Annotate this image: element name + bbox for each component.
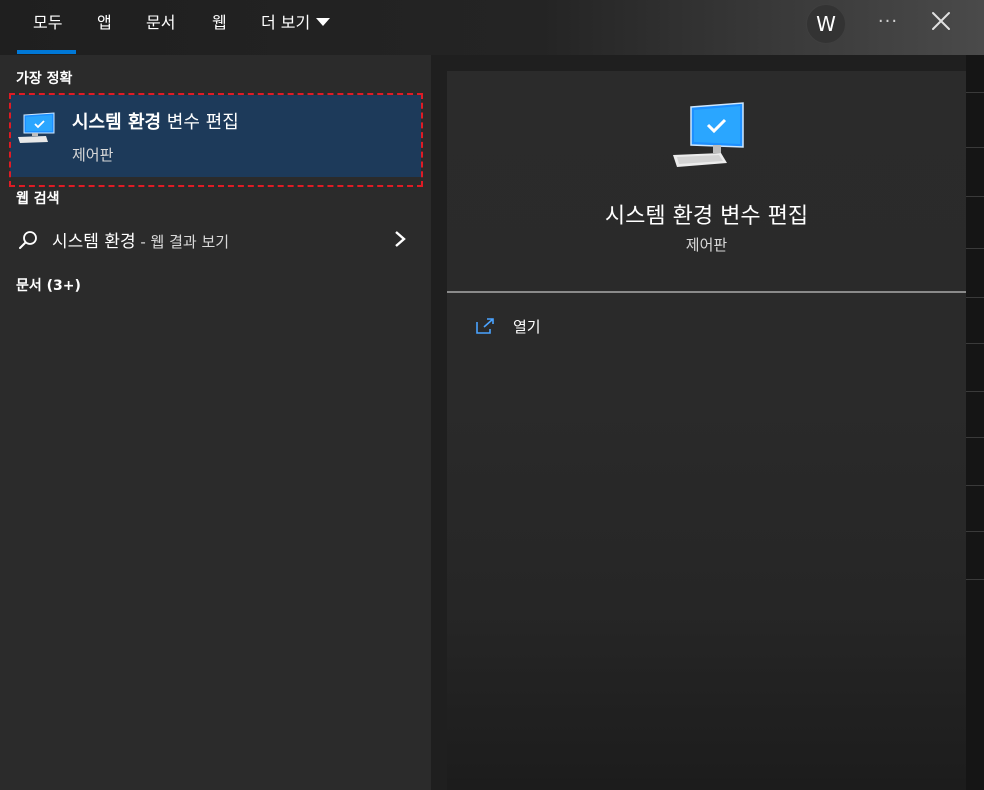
more-options-icon[interactable]: ··· bbox=[876, 10, 900, 34]
web-search-text: 시스템 환경 - 웹 결과 보기 bbox=[52, 227, 229, 252]
detail-title: 시스템 환경 변수 편집 bbox=[604, 204, 809, 229]
edge-gridline bbox=[966, 531, 984, 532]
search-icon bbox=[19, 231, 37, 249]
open-external-icon bbox=[476, 318, 494, 334]
edge-gridline bbox=[966, 391, 984, 392]
chevron-right-icon[interactable] bbox=[392, 229, 408, 249]
edge-gridline bbox=[966, 248, 984, 249]
computer-monitor-icon bbox=[673, 102, 744, 167]
documents-header: 문서 (3+) bbox=[16, 278, 81, 294]
open-action-label: 열기 bbox=[513, 318, 541, 336]
best-match-subtitle: 제어판 bbox=[72, 146, 114, 164]
edge-gridline bbox=[966, 92, 984, 93]
edge-gridline bbox=[966, 485, 984, 486]
edge-gridline bbox=[966, 147, 984, 148]
web-search-query: 시스템 환경 bbox=[52, 232, 136, 252]
detail-card: 시스템 환경 변수 편집 제어판 열기 bbox=[447, 71, 966, 790]
background-window-edge bbox=[966, 55, 984, 790]
search-tab-bar: 모두 앱 문서 웹 더 보기 W ··· bbox=[0, 0, 984, 55]
best-match-result[interactable]: 시스템 환경 변수 편집 제어판 bbox=[10, 95, 421, 177]
edge-gridline bbox=[966, 437, 984, 438]
web-search-result[interactable]: 시스템 환경 - 웹 결과 보기 bbox=[10, 221, 421, 257]
caret-down-icon bbox=[316, 18, 331, 26]
best-match-title-bold: 시스템 환경 bbox=[72, 112, 162, 133]
detail-panel: 시스템 환경 변수 편집 제어판 열기 bbox=[431, 55, 984, 790]
user-avatar[interactable]: W bbox=[806, 4, 846, 44]
detail-subtitle: 제어판 bbox=[685, 236, 728, 254]
tab-apps[interactable]: 앱 bbox=[97, 0, 112, 55]
best-match-header: 가장 정확 bbox=[16, 71, 73, 87]
web-search-header: 웹 검색 bbox=[16, 191, 60, 207]
web-search-suffix: - 웹 결과 보기 bbox=[135, 233, 230, 251]
tab-documents[interactable]: 문서 bbox=[146, 0, 175, 55]
edge-gridline bbox=[966, 579, 984, 580]
edge-gridline bbox=[966, 196, 984, 197]
close-icon[interactable] bbox=[929, 9, 953, 33]
best-match-title-rest: 변수 편집 bbox=[161, 112, 239, 133]
tab-more-label: 더 보기 bbox=[261, 13, 311, 32]
best-match-title: 시스템 환경 변수 편집 bbox=[72, 108, 239, 134]
tab-all[interactable]: 모두 bbox=[16, 0, 78, 55]
results-panel: 가장 정확 시스템 환경 변수 편집 제어판 웹 검색 시스템 환경 - 웹 결… bbox=[0, 55, 431, 790]
edge-gridline bbox=[966, 343, 984, 344]
tab-more[interactable]: 더 보기 bbox=[261, 0, 331, 55]
detail-divider bbox=[447, 291, 966, 293]
edge-gridline bbox=[966, 297, 984, 298]
computer-monitor-icon bbox=[18, 112, 55, 143]
tab-web[interactable]: 웹 bbox=[212, 0, 227, 55]
